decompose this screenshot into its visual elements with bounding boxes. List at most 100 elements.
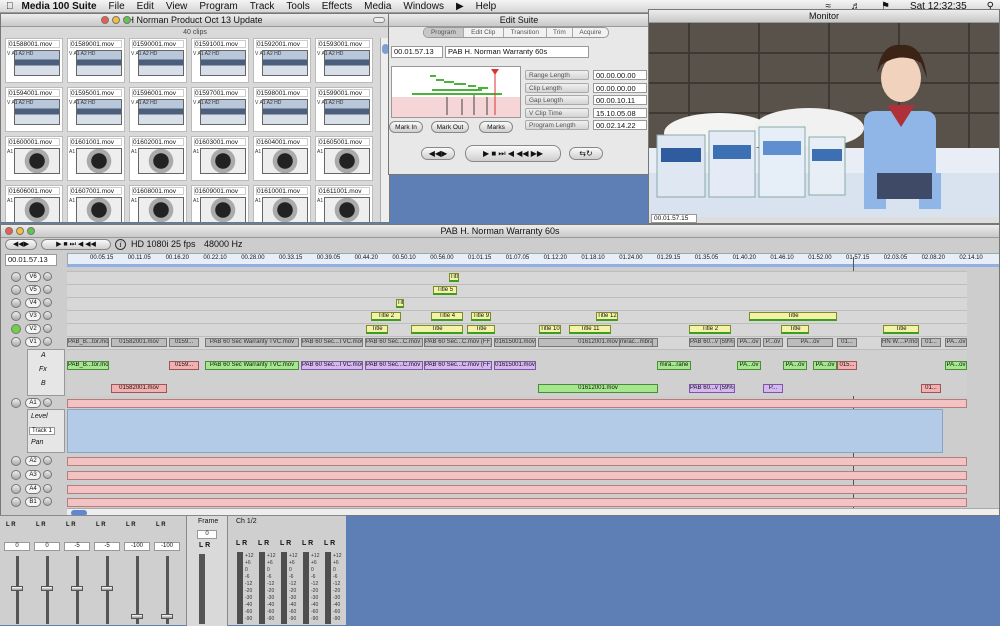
a1-level-envelope[interactable] (67, 409, 943, 453)
a-track-clip[interactable]: PAB_B...tor.mov (67, 361, 109, 370)
title-clip[interactable]: Title (749, 312, 837, 321)
close-icon[interactable] (101, 16, 109, 24)
label-track1[interactable]: Track 1 (29, 427, 55, 435)
b-track-clip[interactable]: 01... (921, 384, 941, 393)
audio-options-icon[interactable] (43, 456, 52, 465)
menu-file[interactable]: File (109, 1, 125, 12)
program-name-field[interactable]: PAB H. Norman Warranty 60s (445, 46, 589, 58)
readout-value[interactable]: 15.10.05.08 (593, 107, 647, 118)
bin-clip[interactable]: 01608001.mov A1 (129, 185, 187, 222)
app-menu[interactable]: Media 100 Suite (22, 1, 97, 12)
title-clip[interactable]: Title 9 (471, 312, 491, 321)
program-overview[interactable] (391, 66, 521, 118)
track-options-icon[interactable] (43, 298, 52, 307)
a-track-clip[interactable]: PA...ov (737, 361, 761, 370)
title-clip[interactable]: Title 6 (449, 273, 459, 282)
mark-in-button[interactable]: Mark In (389, 121, 423, 133)
channel-level-value[interactable]: -5 (64, 542, 90, 551)
v1-clip[interactable]: 01... (921, 338, 941, 347)
v1-clip[interactable]: PA...ov (787, 338, 833, 347)
a-track-clip[interactable]: mira...rane (657, 361, 691, 370)
audio-track-name-b1[interactable]: B1 (25, 497, 41, 507)
title-clip[interactable]: Title (467, 325, 495, 334)
marks-button[interactable]: Marks (479, 121, 513, 133)
title-clip[interactable]: Title 4 (431, 312, 463, 321)
channel-level-value[interactable]: -100 (154, 542, 180, 551)
channel-level-value[interactable]: -5 (94, 542, 120, 551)
track-name-v4[interactable]: V4 (25, 298, 41, 308)
title-clip[interactable]: Title (411, 325, 463, 334)
track-name-v3[interactable]: V3 (25, 311, 41, 321)
audio-track-enable[interactable] (11, 484, 21, 494)
menu-program[interactable]: Program (199, 1, 237, 12)
audio-track-name-a3[interactable]: A3 (25, 470, 41, 480)
a-track-clip[interactable]: PAB 60 Sec...C.mov (FF) (424, 361, 492, 370)
bin-clip[interactable]: 01602001.mov A1 (129, 136, 187, 181)
track-enable-button[interactable] (11, 324, 21, 334)
v1-clip[interactable]: PAB 60 Sec...TVC.mov (301, 338, 363, 347)
fader-knob[interactable] (131, 614, 143, 619)
title-clip[interactable]: Title 10 (539, 325, 561, 334)
bin-clip[interactable]: 01594001.mov V A1 A2 HD (5, 87, 63, 132)
v1-clip[interactable]: mirac...mbrane (619, 338, 653, 347)
menu-windows[interactable]: Windows (403, 1, 444, 12)
a-track-clip[interactable]: 0159... (169, 361, 199, 370)
info-icon[interactable]: i (115, 239, 126, 250)
track-name-v6[interactable]: V6 (25, 272, 41, 282)
bin-clip[interactable]: 01588001.mov V A1 A2 HD (5, 38, 63, 83)
v1-clip[interactable]: 01... (837, 338, 857, 347)
zoom-icon[interactable] (27, 227, 35, 235)
audio-track-enable[interactable] (11, 398, 21, 408)
apple-icon[interactable]:  (6, 1, 14, 12)
frame-value[interactable]: 0 (197, 530, 217, 539)
close-icon[interactable] (5, 227, 13, 235)
audio-track-enable[interactable] (11, 470, 21, 480)
readout-label[interactable]: Gap Length (525, 95, 589, 105)
v1-clip[interactable]: PAB 60...v (59%) (689, 338, 735, 347)
bin-clip[interactable]: 01603001.mov A1 (191, 136, 249, 181)
v1-clip[interactable]: HN W....P.mov (881, 338, 919, 347)
audio-track-enable[interactable] (11, 456, 21, 466)
bin-clip[interactable]: 01607001.mov A1 (67, 185, 125, 222)
tab-acquire[interactable]: Acquire (571, 28, 608, 37)
v1-clip[interactable]: 01582001.mov (111, 338, 167, 347)
menu-tools[interactable]: Tools (286, 1, 309, 12)
audio-options-icon[interactable] (43, 484, 52, 493)
audio-track-enable[interactable] (11, 497, 21, 507)
title-clip[interactable]: Title (396, 299, 404, 308)
readout-label[interactable]: Program Length (525, 120, 589, 130)
timeline-titlebar[interactable]: PAB H. Norman Warranty 60s (1, 225, 999, 238)
bin-clip[interactable]: 01600001.mov A1 (5, 136, 63, 181)
bin-clip[interactable]: 01606001.mov A1 (5, 185, 63, 222)
audio-options-icon[interactable] (43, 470, 52, 479)
a-track-clip[interactable]: 01615001.mov (494, 361, 536, 370)
timeline-transport[interactable]: ▶ ■ ⏭ ◀ ◀◀ (41, 239, 111, 250)
v1-clip[interactable]: PA...ov (737, 338, 761, 347)
jog-back-button[interactable]: ◀◀▶ (421, 147, 455, 160)
edit-suite-titlebar[interactable]: Edit Suite (389, 14, 649, 27)
transport-controls[interactable]: ▶ ■ ⏭ ◀ ◀◀ ▶▶ (465, 145, 561, 162)
readout-value[interactable]: 00.00.00.00 (593, 70, 647, 80)
title-clip[interactable]: Title 2 (371, 312, 401, 321)
title-clip[interactable]: Title 11 (569, 325, 611, 334)
v1-clip[interactable]: P...ov (763, 338, 783, 347)
a-track-clip[interactable]: PAB 60 Sec...C.mov (FF) (365, 361, 423, 370)
track-enable-button[interactable] (11, 311, 21, 321)
a-track-clip[interactable]: PAB 60 Sec...TVC.mov (301, 361, 363, 370)
a-track-clip[interactable]: PA...ov (813, 361, 837, 370)
track-options-icon[interactable] (43, 324, 52, 333)
monitor-titlebar[interactable]: Monitor (649, 10, 999, 23)
v1-clip[interactable]: PAB 60 Sec...C.mov (FF) (424, 338, 492, 347)
bin-clip[interactable]: 01604001.mov A1 (253, 136, 311, 181)
timeline-ruler[interactable]: 00.05.15 00.11.05 00.16.20 00.22.10 00.28.00… (67, 253, 999, 267)
track-options-icon[interactable] (43, 311, 52, 320)
bin-clip[interactable]: 01609001.mov A1 (191, 185, 249, 222)
bin-clip[interactable]: 01601001.mov A1 (67, 136, 125, 181)
v1-clip[interactable]: PAB_B...tor.mov (67, 338, 109, 347)
toolbar-toggle[interactable] (373, 17, 385, 23)
fader-knob[interactable] (71, 586, 83, 591)
menu-edit[interactable]: Edit (137, 1, 154, 12)
a-track-clip[interactable]: PA...ov (945, 361, 967, 370)
track-options-icon[interactable] (43, 337, 52, 346)
bin-clip[interactable]: 01589001.mov V A1 A2 HD (67, 38, 125, 83)
